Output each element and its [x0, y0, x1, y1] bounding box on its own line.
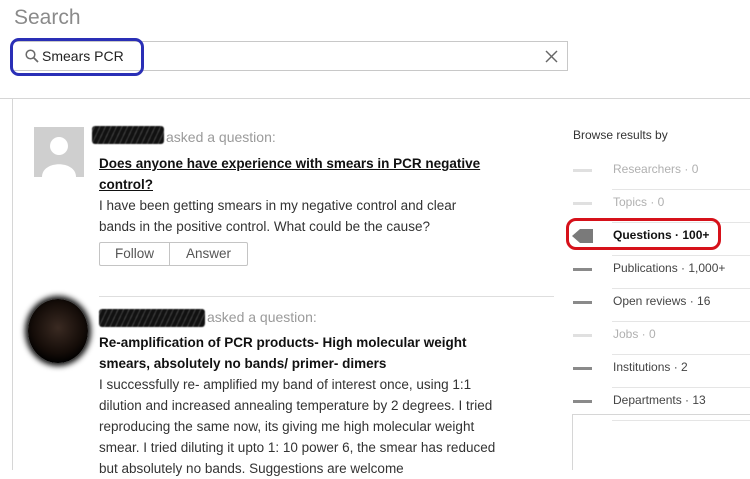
browse-title: Browse results by [573, 128, 668, 142]
browse-item-open-reviews[interactable]: Open reviews · 16 [572, 289, 750, 322]
clear-icon[interactable] [544, 49, 559, 69]
avatar[interactable] [34, 127, 84, 177]
browse-item-label: Open reviews · 16 [613, 294, 711, 308]
question-title-link[interactable]: Does anyone have experience with smears … [99, 153, 489, 195]
browse-item-institutions[interactable]: Institutions · 2 [572, 355, 750, 388]
feed-separator [99, 296, 554, 297]
item-indicator [573, 301, 592, 304]
browse-item-label: Questions · 100+ [613, 228, 710, 242]
browse-item-label: Topics · 0 [613, 195, 665, 209]
browse-item-label: Publications · 1,000+ [613, 261, 726, 275]
sidebar-panel-box [572, 414, 750, 470]
asked-label: asked a question: [207, 309, 317, 325]
browse-item-questions[interactable]: Questions · 100+ [572, 223, 750, 256]
browse-item-publications[interactable]: Publications · 1,000+ [572, 256, 750, 289]
question-excerpt: I have been getting smears in my negativ… [99, 198, 457, 234]
browse-item-topics[interactable]: Topics · 0 [572, 190, 750, 223]
page-title: Search [14, 6, 81, 29]
results-feed: asked a question: Does anyone have exper… [0, 99, 560, 476]
browse-item-label: Departments · 13 [613, 393, 706, 407]
browse-item-jobs[interactable]: Jobs · 0 [572, 322, 750, 355]
browse-item-researchers[interactable]: Researchers · 0 [572, 157, 750, 190]
avatar[interactable] [28, 299, 88, 363]
question-actions: Follow Answer [99, 242, 249, 266]
search-icon [25, 49, 39, 68]
browse-item-label: Researchers · 0 [613, 162, 699, 176]
redacted-author-name [92, 126, 164, 144]
asked-label: asked a question: [166, 129, 276, 145]
follow-button[interactable]: Follow [100, 243, 169, 265]
question-excerpt: I successfully re- amplified my band of … [99, 377, 496, 476]
browse-list: Researchers · 0 Topics · 0 Questions · 1… [572, 157, 750, 421]
search-input[interactable] [42, 46, 522, 66]
item-indicator [573, 367, 592, 370]
active-arrow-icon [572, 226, 594, 251]
browse-item-label: Jobs · 0 [613, 327, 656, 341]
item-indicator [573, 268, 592, 271]
redacted-author-name [99, 309, 205, 327]
item-indicator [573, 169, 592, 172]
item-indicator [573, 334, 592, 337]
search-box[interactable] [12, 41, 568, 71]
answer-button[interactable]: Answer [169, 243, 247, 265]
browse-item-label: Institutions · 2 [613, 360, 688, 374]
item-indicator [573, 400, 592, 403]
item-indicator [573, 202, 592, 205]
question-title-link[interactable]: Re-amplification of PCR products- High m… [99, 332, 489, 374]
